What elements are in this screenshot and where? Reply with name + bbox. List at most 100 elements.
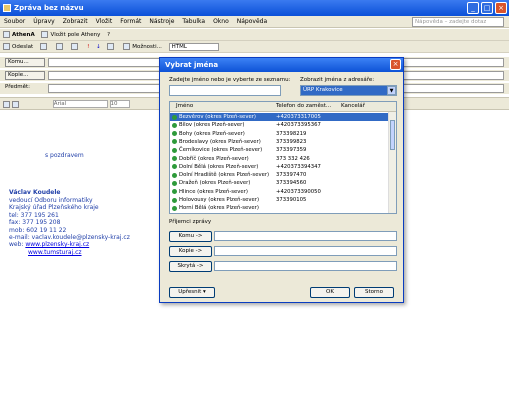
list-item[interactable]: Holovousy (okres Plzeň-sever) 373390105 [170,196,388,204]
list-item[interactable]: Horní Bělá (okres Plzeň-sever) [170,204,388,212]
contact-icon [172,164,177,170]
insert-athena-field-button[interactable]: Vložit pole Atheny [41,31,100,38]
contact-icon [172,197,177,203]
contact-icon [172,114,177,120]
message-icon [3,4,11,12]
subject-label: Předmět: [5,84,30,90]
print-icon[interactable] [12,100,19,108]
athena-button[interactable]: AthenA [3,31,35,38]
bcc-add-button[interactable]: Skrytá -> [169,261,212,272]
maximize-button[interactable]: □ [481,2,493,14]
ok-button[interactable]: OK [310,287,350,298]
list-item[interactable]: Bezvěrov (okres Plzeň-sever) +42037331700… [170,113,388,122]
list-item[interactable]: Dolní Bělá (okres Plzeň-sever) +420373394… [170,163,388,171]
select-names-dialog: Vybrat jména × Zadejte jméno nebo je vyb… [159,57,404,303]
list-scrollbar[interactable] [388,112,396,213]
advanced-label: Upřesnit [178,289,202,295]
dialog-close-icon[interactable]: × [390,59,401,70]
size-select[interactable]: 10 [109,100,130,108]
menu-okno[interactable]: Okno [209,16,233,25]
flag-button[interactable] [107,43,116,50]
list-item[interactable]: Hlince (okres Plzeň-sever) +420373390050 [170,188,388,196]
to-button[interactable]: Komu... [5,58,45,67]
signature-line: vedoucí Odboru informatiky [9,197,93,204]
window-title-bar: Zpráva bez názvu [0,0,509,16]
names-list[interactable]: Jméno Telefon do zaměst... Kancelář Bezv… [169,101,397,214]
contact-icon [172,131,177,137]
contact-icon [172,205,177,211]
send-button[interactable]: Odeslat [3,43,33,50]
web-link-1[interactable]: www.plzensky-kraj.cz [25,241,89,248]
list-item[interactable]: Dolní Hradiště (okres Plzeň-sever) 373397… [170,171,388,179]
dialog-title: Vybrat jména [160,58,403,72]
advanced-button[interactable]: Upřesnit ▾ [169,287,215,298]
web-link-2[interactable]: www.tumsturaj.cz [28,249,82,256]
check-names-button[interactable] [71,43,80,50]
scroll-thumb[interactable] [390,120,395,150]
cc-button[interactable]: Kopie... [5,71,45,80]
menu-upravy[interactable]: Úpravy [29,16,58,25]
list-item[interactable]: Brodeslavy (okres Plzeň-sever) 373399823 [170,138,388,146]
to-recipients-field[interactable] [214,231,397,241]
window-title: Zpráva bez názvu [14,4,84,12]
address-book-button[interactable] [55,43,65,50]
minimize-button[interactable]: _ [467,2,479,14]
chevron-down-icon[interactable]: ▼ [387,86,396,95]
col-office[interactable]: Kancelář [341,103,365,109]
list-item[interactable]: Bohy (okres Plzeň-sever) 373398219 [170,130,388,138]
menu-nastroje[interactable]: Nástroje [145,16,178,25]
contact-icon [172,139,177,145]
bcc-recipients-field[interactable] [214,261,397,271]
cc-recipients-field[interactable] [214,246,397,256]
menu-napoveda[interactable]: Nápověda [233,16,271,25]
importance-low-button[interactable]: ↓ [96,44,101,50]
field-icon [41,31,49,38]
list-item[interactable]: Dobříč (okres Plzeň-sever) 373 332 426 [170,155,388,163]
options-button[interactable]: Možnosti... [123,43,162,50]
web-label: web: [9,241,24,249]
to-add-button[interactable]: Komu -> [169,231,212,242]
greeting-text: s pozdravem [45,152,84,159]
attach-button[interactable] [39,43,49,50]
close-button[interactable]: × [495,2,507,14]
col-name[interactable]: Jméno [176,103,193,109]
menu-vlozit[interactable]: Vložit [92,16,117,25]
contact-icon [172,180,177,186]
addressbook-select[interactable]: ÚRP Krakovice [300,85,397,96]
list-item[interactable]: Černíkovice (okres Plzeň-sever) 373397359 [170,146,388,154]
signature-line: e-mail: vaclav.koudele@plzensky-kraj.cz [9,234,130,242]
list-header: Jméno Telefon do zaměst... Kancelář [170,102,396,112]
list-item[interactable]: Dražeň (okres Plzeň-sever) 373394560 [170,179,388,187]
list-item[interactable]: Bílov (okres Plzeň-sever) +420373395367 [170,121,388,129]
save-icon[interactable] [3,100,10,108]
signature-line: tel: 377 195 261 [9,211,59,219]
flag-icon [107,43,115,50]
athena-toolbar: AthenA Vložit pole Atheny ? [0,29,509,41]
athena-help-button[interactable]: ? [107,32,110,38]
athena-icon [3,31,10,38]
help-search-input[interactable]: Nápověda – zadejte dotaz [412,17,504,27]
font-select[interactable]: Arial [52,100,108,108]
cc-add-button[interactable]: Kopie -> [169,246,212,257]
check-names-icon [71,43,79,50]
search-label: Zadejte jméno nebo je vyberte ze seznamu… [169,77,291,83]
options-icon [123,43,131,50]
addressbook-label: Zobrazit jména z adresáře: [300,77,375,83]
signature-block: vedoucí Odboru informatiky Krajský úřad … [9,197,130,256]
signature-name: Václav Koudele [9,189,61,196]
menu-format[interactable]: Formát [116,16,145,25]
importance-high-button[interactable]: ! [87,44,89,50]
cancel-button[interactable]: Storno [354,287,394,298]
contact-icon [172,189,177,195]
menu-zobrazit[interactable]: Zobrazit [59,16,92,25]
col-phone[interactable]: Telefon do zaměst... [276,103,331,109]
signature-line: mob: 602 19 11 22 [9,226,67,234]
contact-icon [172,122,177,128]
menu-tabulka[interactable]: Tabulka [178,16,209,25]
menu-soubor[interactable]: Soubor [0,16,29,25]
paperclip-icon [39,43,47,50]
name-search-input[interactable] [169,85,281,96]
contact-icon [172,156,177,161]
format-select[interactable]: HTML [168,43,219,51]
send-icon [3,43,10,50]
